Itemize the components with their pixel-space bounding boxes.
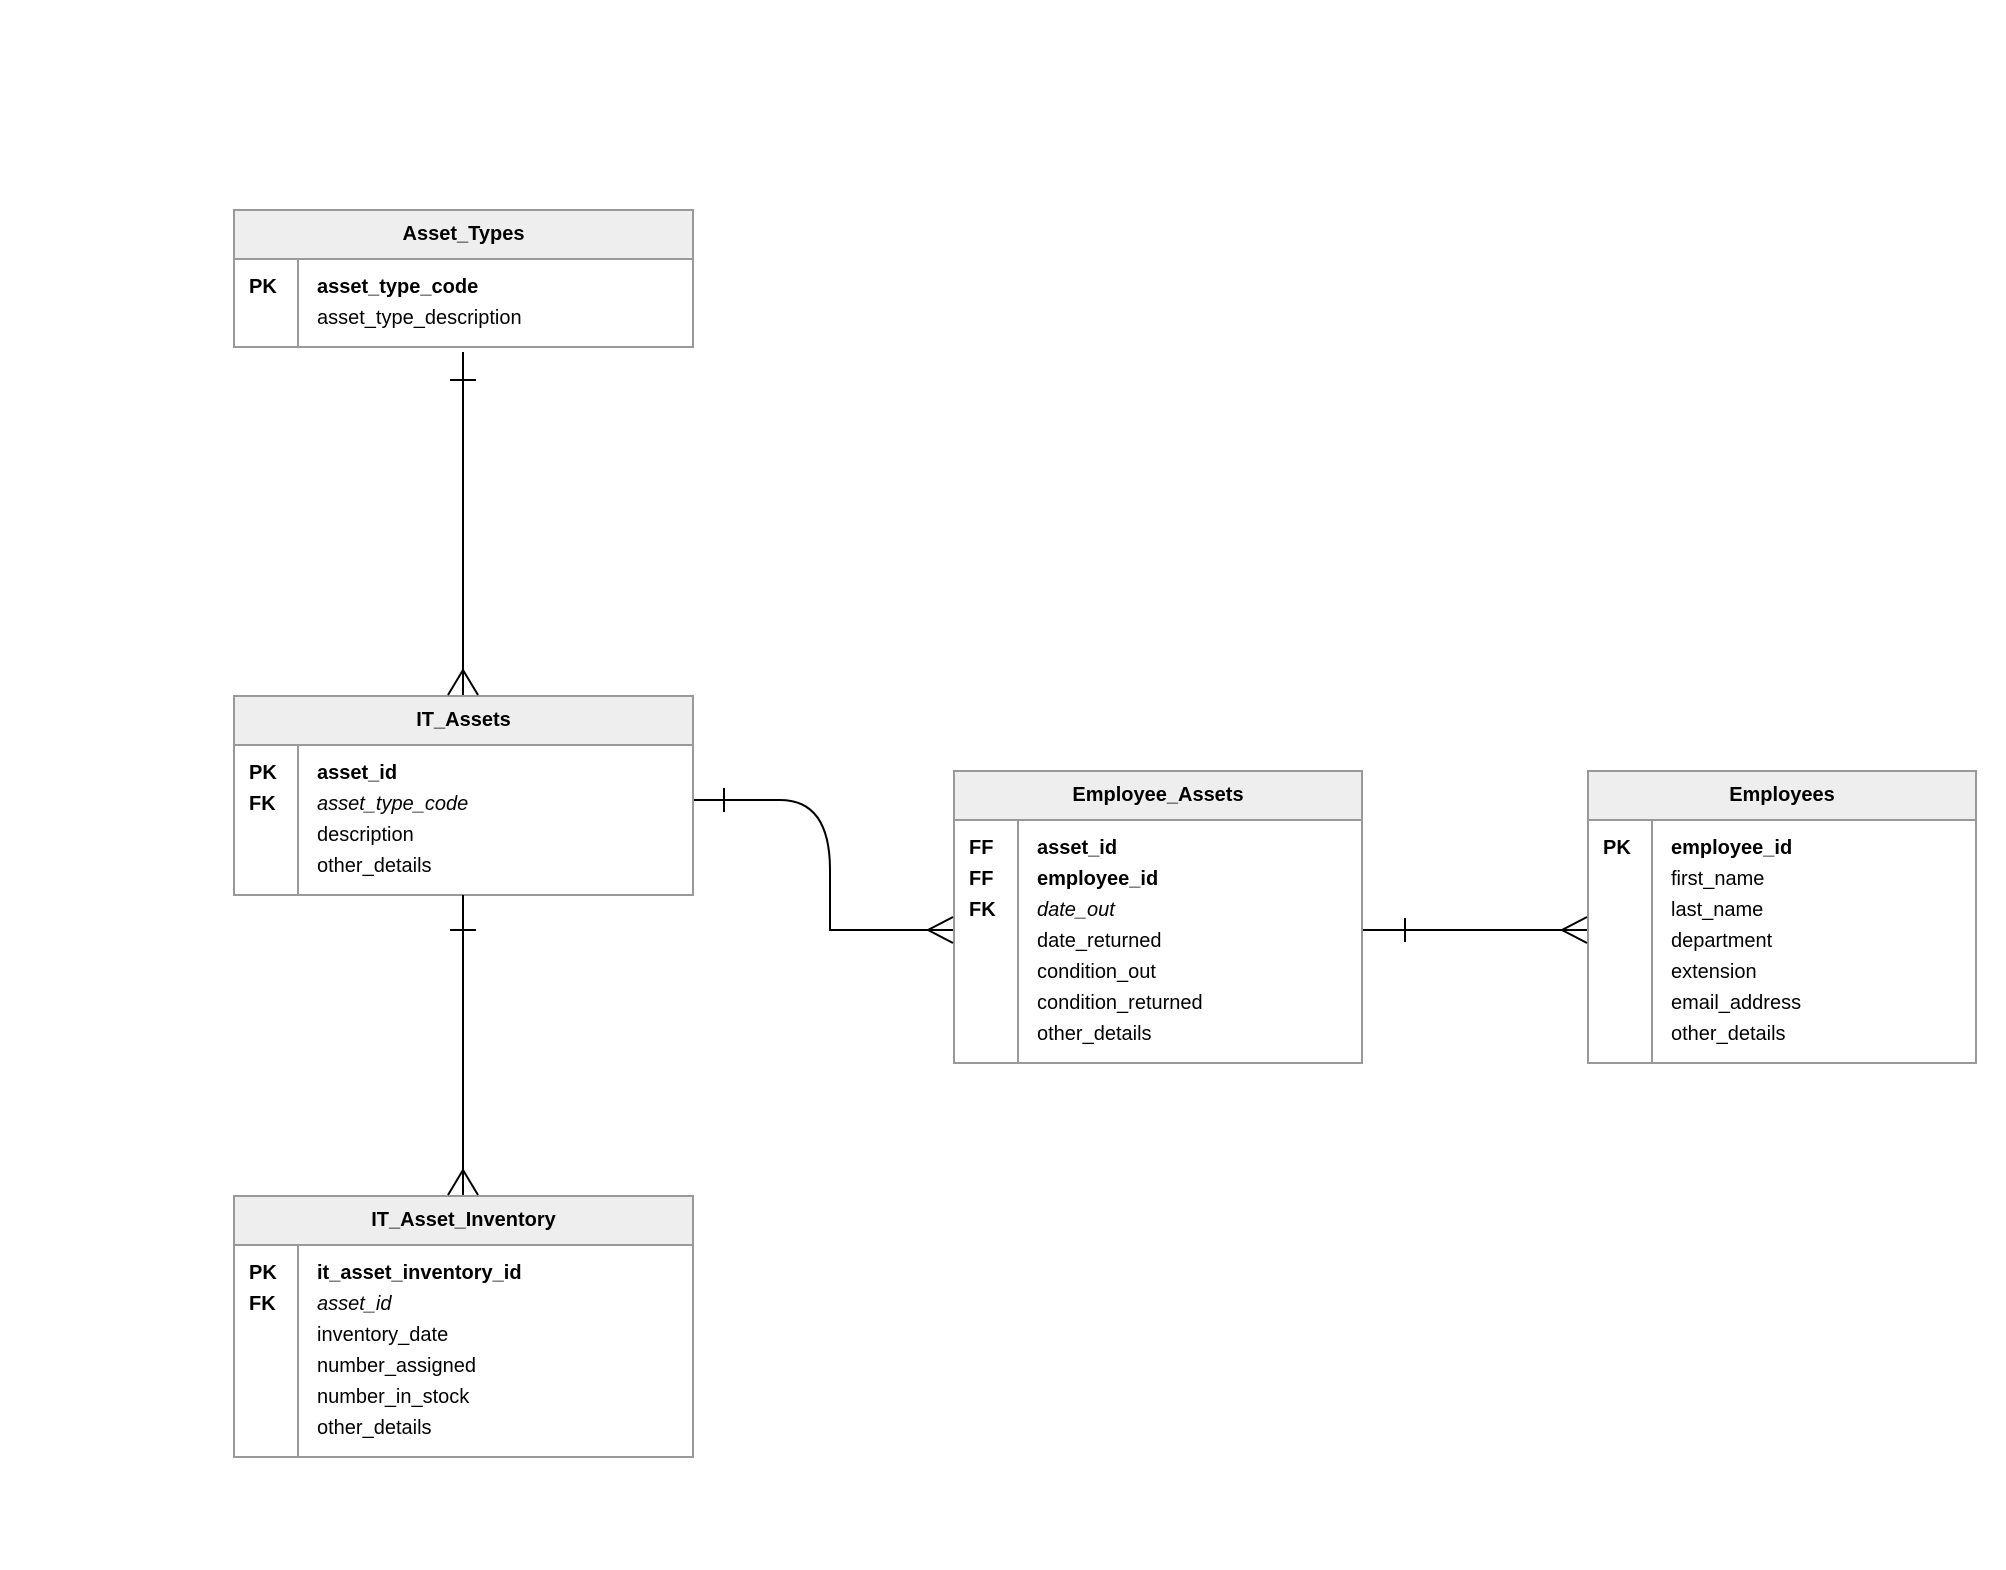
entity-title: Asset_Types [235,211,692,260]
entity-it-asset-inventory: IT_Asset_Inventory PK FK it_asset_invent… [233,1195,694,1458]
rel-asset-types-it-assets [448,352,478,695]
attr-column: employee_id first_name last_name departm… [1653,821,1975,1062]
key-column: PK [235,260,299,346]
entity-employee-assets: Employee_Assets FF FF FK asset_id employ… [953,770,1363,1064]
key-column: PK [1589,821,1653,1062]
attr-column: it_asset_inventory_id asset_id inventory… [299,1246,692,1456]
attr-column: asset_id asset_type_code description oth… [299,746,692,894]
entity-title: Employees [1589,772,1975,821]
entity-title: Employee_Assets [955,772,1361,821]
entity-title: IT_Asset_Inventory [235,1197,692,1246]
entity-it-assets: IT_Assets PK FK asset_id asset_type_code… [233,695,694,896]
rel-it-assets-inventory [448,895,478,1195]
entity-asset-types: Asset_Types PK asset_type_code asset_typ… [233,209,694,348]
key-column: PK FK [235,1246,299,1456]
rel-it-assets-employee-assets [694,788,953,943]
attr-column: asset_id employee_id date_out date_retur… [1019,821,1361,1062]
key-column: FF FF FK [955,821,1019,1062]
rel-employees-employee-assets [1363,917,1587,943]
entity-title: IT_Assets [235,697,692,746]
attr-column: asset_type_code asset_type_description [299,260,692,346]
key-column: PK FK [235,746,299,894]
entity-employees: Employees PK employee_id first_name last… [1587,770,1977,1064]
